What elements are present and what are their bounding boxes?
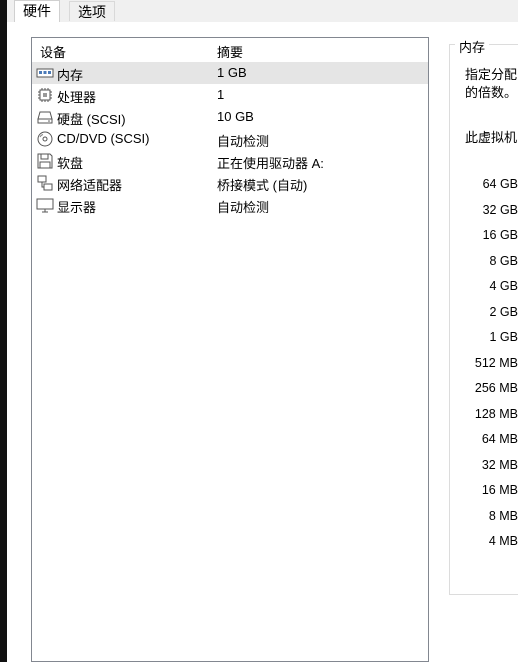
device-summary: 自动检测 xyxy=(217,134,270,149)
device-row-floppy[interactable]: 软盘 正在使用驱动器 A: xyxy=(32,150,428,172)
memory-scale-label: 32 GB xyxy=(482,202,518,217)
device-name: 处理器 xyxy=(57,90,97,105)
memory-scale-label: 16 GB xyxy=(482,228,518,242)
tab-hardware[interactable]: 硬件 xyxy=(14,0,60,22)
device-name: 软盘 xyxy=(57,156,84,171)
memory-scale-label: 8 GB xyxy=(489,253,518,268)
network-adapter-icon xyxy=(37,175,53,191)
memory-scale-label: 256 MB xyxy=(474,381,518,395)
device-summary: 1 xyxy=(217,87,225,102)
device-name: CD/DVD (SCSI) xyxy=(57,131,150,146)
memory-scale-label: 1 GB xyxy=(489,330,518,344)
processor-icon xyxy=(38,88,52,102)
tab-bar: 硬件 选项 xyxy=(7,0,518,22)
device-summary: 正在使用驱动器 A: xyxy=(217,156,324,171)
tab-options[interactable]: 选项 xyxy=(69,1,115,21)
device-row-memory[interactable]: 内存 1 GB xyxy=(32,62,428,84)
memory-scale-label: 4 MB xyxy=(488,534,518,548)
memory-scale: 64 GB 32 GB 16 GB 8 GB 4 GB 2 GB 1 GB 512 MB 256… xyxy=(460,0,518,662)
memory-scale-label: 4 GB xyxy=(489,279,518,293)
column-summary[interactable]: 摘要 xyxy=(217,42,243,61)
device-row-processor[interactable]: 处理器 1 xyxy=(32,84,428,106)
column-device[interactable]: 设备 xyxy=(40,42,66,61)
hard-disk-icon xyxy=(37,111,53,124)
device-name: 显示器 xyxy=(57,200,97,215)
device-row-network-adapter[interactable]: 网络适配器 桥接模式 (自动) xyxy=(32,172,428,194)
device-summary: 10 GB xyxy=(217,109,254,124)
device-row-display[interactable]: 显示器 自动检测 xyxy=(32,194,428,216)
memory-scale-label: 16 MB xyxy=(481,483,518,497)
window-edge xyxy=(0,0,7,662)
device-name: 网络适配器 xyxy=(57,178,123,193)
device-row-cd-dvd[interactable]: CD/DVD (SCSI) 自动检测 xyxy=(32,128,428,150)
memory-scale-label: 64 MB xyxy=(481,432,518,446)
memory-scale-label: 8 MB xyxy=(488,508,518,523)
device-list-header: 设备 摘要 xyxy=(32,38,428,62)
device-summary: 1 GB xyxy=(217,65,247,80)
memory-scale-label: 128 MB xyxy=(474,406,518,421)
device-row-hard-disk[interactable]: 硬盘 (SCSI) 10 GB xyxy=(32,106,428,128)
memory-icon xyxy=(36,68,54,78)
memory-scale-label: 64 GB xyxy=(482,177,518,191)
cd-dvd-icon xyxy=(37,131,53,147)
memory-scale-label: 512 MB xyxy=(474,355,518,370)
memory-scale-label: 32 MB xyxy=(481,457,518,472)
device-name: 内存 xyxy=(57,68,84,83)
device-name: 硬盘 (SCSI) xyxy=(57,112,126,127)
device-summary: 自动检测 xyxy=(217,200,270,215)
memory-scale-label: 2 GB xyxy=(489,304,518,319)
device-list[interactable]: 设备 摘要 内存 1 GB 处理器 1 硬盘 (SCSI) 10 GB CD/D… xyxy=(31,37,429,662)
device-summary: 桥接模式 (自动) xyxy=(217,178,308,193)
display-icon xyxy=(36,198,54,213)
floppy-icon xyxy=(37,153,53,169)
